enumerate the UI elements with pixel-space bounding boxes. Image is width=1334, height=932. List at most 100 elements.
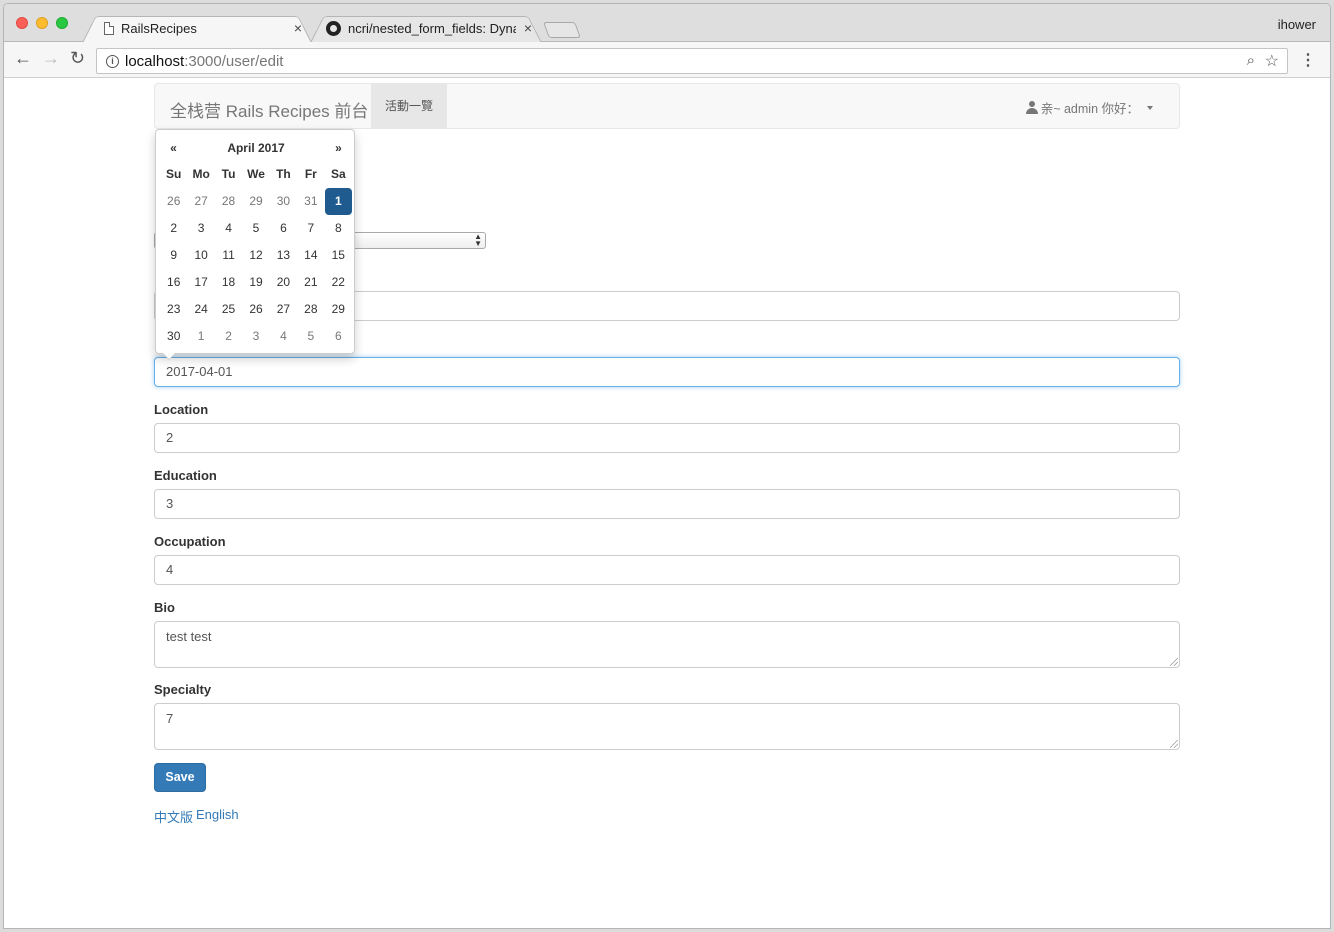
calendar-day[interactable]: 29 <box>325 296 352 323</box>
calendar-day[interactable]: 28 <box>215 188 242 215</box>
tab-railsrecipes[interactable]: RailsRecipes × <box>82 12 312 43</box>
calendar-day[interactable]: 8 <box>325 215 352 242</box>
info-icon[interactable]: i <box>106 54 119 68</box>
calendar-day[interactable]: 25 <box>215 296 242 323</box>
weekday-header: Th <box>276 167 291 181</box>
user-dropdown[interactable]: 亲~ admin 你好： <box>1025 98 1153 117</box>
calendar-day[interactable]: 4 <box>215 215 242 242</box>
calendar-day[interactable]: 12 <box>242 242 269 269</box>
tab-title: RailsRecipes <box>121 21 197 36</box>
calendar-day[interactable]: 22 <box>325 269 352 296</box>
calendar-day[interactable]: 2 <box>160 215 187 242</box>
weekday-header: Su <box>166 167 182 181</box>
calendar-day[interactable]: 14 <box>297 242 324 269</box>
calendar-day[interactable]: 9 <box>160 242 187 269</box>
calendar-day[interactable]: 30 <box>160 323 187 350</box>
bio-textarea[interactable]: test test <box>154 621 1180 668</box>
resize-handle-icon[interactable] <box>1170 658 1178 666</box>
calendar-day[interactable]: 23 <box>160 296 187 323</box>
new-tab-button[interactable] <box>543 22 581 38</box>
close-tab-icon[interactable]: × <box>294 20 302 36</box>
selected-day[interactable]: 1 <box>324 188 352 215</box>
datepicker-grid: Su Mo Tu We Th Fr Sa 26 27 28 29 30 31 1 2 3 4 5 6 7 8 9 10 11 1… <box>160 161 352 350</box>
calendar-day[interactable]: 11 <box>215 242 242 269</box>
birthday-input[interactable]: 2017-04-01 <box>154 357 1180 387</box>
calendar-day[interactable]: 17 <box>187 269 214 296</box>
user-icon <box>1025 101 1038 114</box>
calendar-day[interactable]: 27 <box>270 296 297 323</box>
save-button[interactable]: Save <box>154 763 206 792</box>
resize-handle-icon[interactable] <box>1170 740 1178 748</box>
browser-window: RailsRecipes × ncri/nested_form_fields: … <box>3 3 1331 929</box>
calendar-day[interactable]: 28 <box>297 296 324 323</box>
specialty-textarea[interactable]: 7 <box>154 703 1180 750</box>
calendar-day[interactable]: 7 <box>297 215 324 242</box>
lang-zh-link[interactable]: 中文版 <box>154 807 193 826</box>
tab-nested-form-fields[interactable]: ncri/nested_form_fields: Dynam × <box>310 12 542 43</box>
profile-name[interactable]: ihower <box>1278 17 1316 32</box>
location-input[interactable]: 2 <box>154 423 1180 453</box>
specialty-label: Specialty <box>154 682 212 697</box>
browser-menu-icon[interactable]: ⋮ <box>1300 50 1316 70</box>
calendar-day[interactable]: 31 <box>297 188 324 215</box>
tab-bar: RailsRecipes × ncri/nested_form_fields: … <box>4 4 1330 43</box>
calendar-day[interactable]: 16 <box>160 269 187 296</box>
next-month-button[interactable]: » <box>325 141 352 155</box>
minimize-window-button[interactable] <box>36 17 48 29</box>
calendar-day[interactable]: 20 <box>270 269 297 296</box>
back-arrow-icon[interactable]: ← <box>14 48 32 69</box>
nav-item-events[interactable]: 活動一覽 <box>371 84 447 128</box>
datepicker-month-title[interactable]: April 2017 <box>187 141 325 155</box>
reload-icon[interactable]: ↻ <box>70 48 85 69</box>
maximize-window-button[interactable] <box>56 17 68 29</box>
prev-month-button[interactable]: « <box>160 141 187 155</box>
lang-en-link[interactable]: English <box>196 807 239 822</box>
location-label: Location <box>154 402 209 417</box>
close-tab-icon[interactable]: × <box>524 20 532 36</box>
github-icon <box>326 21 341 36</box>
navbar-brand[interactable]: 全栈营 Rails Recipes 前台 <box>170 97 368 122</box>
address-bar[interactable]: i localhost:3000/user/edit ⌕ ☆ <box>96 48 1288 74</box>
calendar-day[interactable]: 13 <box>270 242 297 269</box>
bookmark-star-icon[interactable]: ☆ <box>1265 51 1279 71</box>
weekday-header: Mo <box>192 167 210 181</box>
calendar-day[interactable]: 24 <box>187 296 214 323</box>
calendar-day[interactable]: 3 <box>242 323 269 350</box>
calendar-day[interactable]: 26 <box>160 188 187 215</box>
tab-title: ncri/nested_form_fields: Dynam <box>348 21 516 36</box>
specialty-text: 7 <box>166 711 174 726</box>
close-window-button[interactable] <box>16 17 28 29</box>
weekday-header: Sa <box>330 167 346 181</box>
weekday-header: Fr <box>304 167 317 181</box>
url-path: :3000/user/edit <box>184 52 284 70</box>
calendar-day[interactable]: 3 <box>187 215 214 242</box>
calendar-day[interactable]: 2 <box>215 323 242 350</box>
calendar-day[interactable]: 4 <box>270 323 297 350</box>
calendar-day[interactable]: 19 <box>242 269 269 296</box>
calendar-day[interactable]: 10 <box>187 242 214 269</box>
education-label: Education <box>154 468 217 483</box>
calendar-day[interactable]: 29 <box>242 188 269 215</box>
site-navbar: 全栈营 Rails Recipes 前台 活動一覽 亲~ admin 你好： <box>154 83 1180 129</box>
education-input[interactable]: 3 <box>154 489 1180 519</box>
bio-text: test test <box>166 629 212 644</box>
calendar-day[interactable]: 6 <box>270 215 297 242</box>
select-arrows-icon: ▲ ▼ <box>474 232 482 248</box>
calendar-day[interactable]: 15 <box>325 242 352 269</box>
calendar-day[interactable]: 27 <box>187 188 214 215</box>
datepicker-header: « April 2017 » <box>160 134 352 161</box>
forward-arrow-icon[interactable]: → <box>42 48 60 69</box>
bio-label: Bio <box>154 600 175 615</box>
calendar-day[interactable]: 21 <box>297 269 324 296</box>
calendar-day[interactable]: 5 <box>297 323 324 350</box>
calendar-day[interactable]: 18 <box>215 269 242 296</box>
calendar-day[interactable]: 5 <box>242 215 269 242</box>
zoom-icon[interactable]: ⌕ <box>1247 52 1255 69</box>
url-host: localhost <box>125 52 185 70</box>
calendar-day[interactable]: 6 <box>325 323 352 350</box>
occupation-input[interactable]: 4 <box>154 555 1180 585</box>
calendar-day[interactable]: 1 <box>187 323 214 350</box>
caret-down-icon <box>1147 105 1153 110</box>
calendar-day[interactable]: 26 <box>242 296 269 323</box>
calendar-day[interactable]: 30 <box>270 188 297 215</box>
